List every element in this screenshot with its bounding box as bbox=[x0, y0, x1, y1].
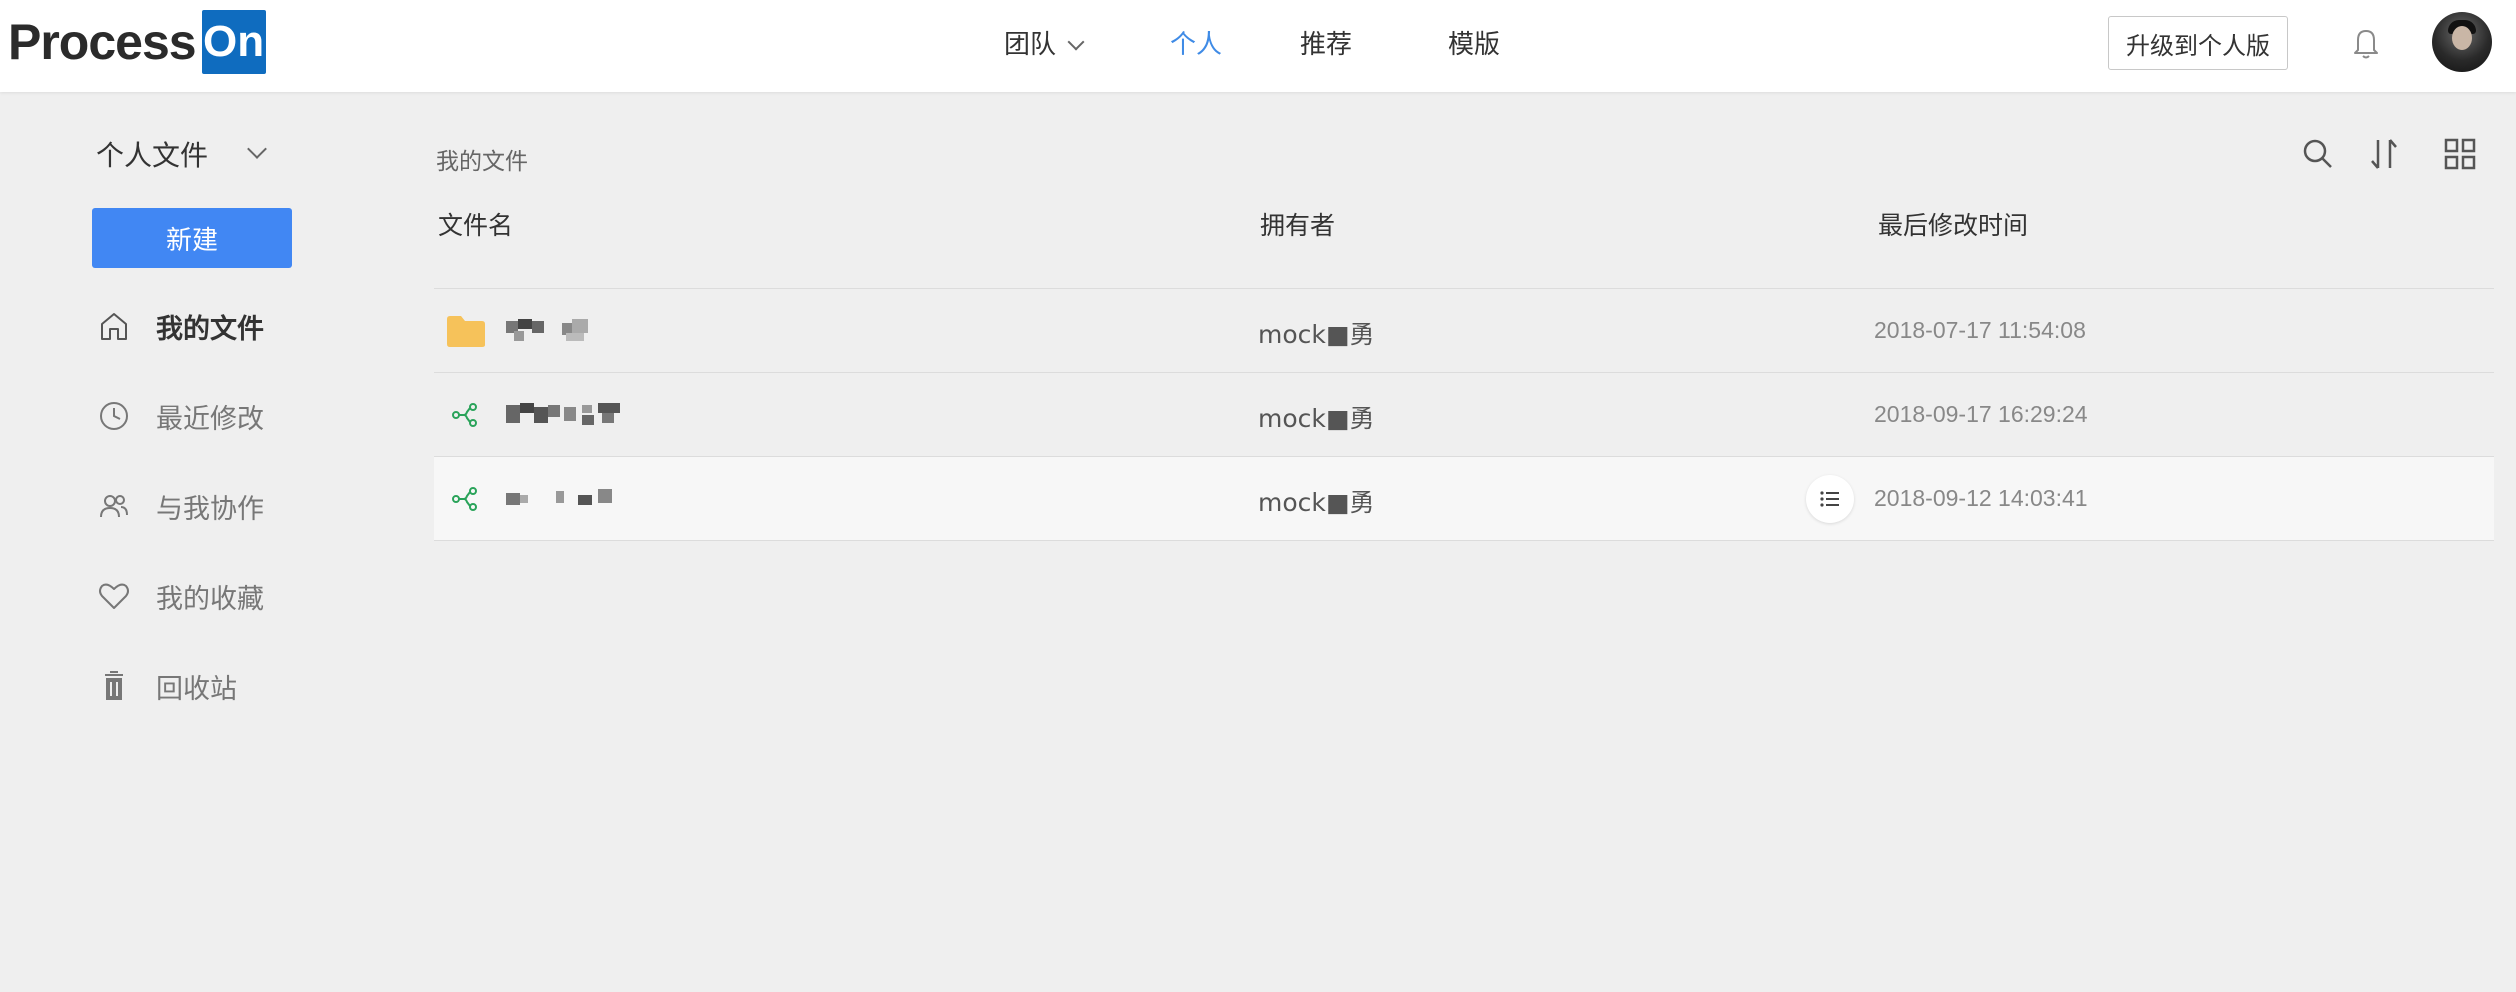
upgrade-button[interactable]: 升级到个人版 bbox=[2108, 16, 2288, 70]
chevron-down-icon bbox=[1067, 33, 1085, 51]
owner: mock■勇 bbox=[1258, 404, 1375, 433]
nav-templates[interactable]: 模版 bbox=[1448, 24, 1500, 61]
modified-time: 2018-09-17 16:29:24 bbox=[1874, 401, 2088, 427]
bell-icon[interactable] bbox=[2346, 22, 2386, 62]
nav-personal-label: 个人 bbox=[1170, 30, 1223, 60]
home-icon bbox=[96, 308, 132, 344]
personal-files-dropdown[interactable]: 个人文件 bbox=[96, 134, 267, 174]
search-icon[interactable] bbox=[2298, 134, 2338, 174]
avatar[interactable] bbox=[2432, 12, 2492, 72]
sidebar-item-label: 与我协作 bbox=[156, 493, 264, 525]
sidebar-item-recent[interactable]: 最近修改 bbox=[96, 396, 264, 436]
sidebar-item-my-files[interactable]: 我的文件 bbox=[96, 306, 264, 346]
nav-personal[interactable]: 个人 bbox=[1170, 24, 1222, 61]
file-name-redacted bbox=[506, 315, 656, 347]
breadcrumb: 我的文件 bbox=[436, 149, 528, 175]
owner: mock■勇 bbox=[1258, 320, 1375, 349]
section-label: 个人文件 bbox=[96, 139, 209, 172]
heart-icon bbox=[96, 578, 132, 614]
sidebar-item-label: 我的文件 bbox=[156, 313, 264, 345]
modified-time: 2018-09-12 14:03:41 bbox=[1874, 485, 2088, 511]
sort-icon[interactable] bbox=[2364, 134, 2404, 174]
logo-text: Process bbox=[8, 14, 197, 70]
logo[interactable]: Process On bbox=[8, 10, 266, 74]
sidebar-item-favorites[interactable]: 我的收藏 bbox=[96, 576, 264, 616]
chevron-down-icon bbox=[247, 139, 267, 159]
logo-badge: On bbox=[201, 10, 266, 74]
table-row[interactable]: mock■勇 2018-07-17 11:54:08 bbox=[434, 289, 2494, 373]
sidebar-item-label: 我的收藏 bbox=[156, 583, 264, 615]
list-icon bbox=[1820, 491, 1839, 507]
top-bar: Process On 团队 个人 推荐 模版 升级到个人版 bbox=[0, 0, 2516, 92]
nav-recommend[interactable]: 推荐 bbox=[1300, 24, 1352, 61]
mindmap-icon bbox=[452, 487, 477, 511]
trash-icon bbox=[96, 668, 132, 704]
file-name-redacted bbox=[506, 483, 656, 515]
nav-templates-label: 模版 bbox=[1448, 30, 1501, 60]
sidebar-item-trash[interactable]: 回收站 bbox=[96, 666, 237, 706]
nav-team-label: 团队 bbox=[1004, 30, 1057, 60]
sidebar-item-shared[interactable]: 与我协作 bbox=[96, 486, 264, 526]
sidebar-item-label: 回收站 bbox=[156, 673, 237, 705]
column-header-modified[interactable]: 最后修改时间 bbox=[1878, 206, 2028, 242]
file-name-redacted bbox=[506, 399, 656, 431]
table-row[interactable]: mock■勇 2018-09-17 16:29:24 bbox=[434, 373, 2494, 457]
row-menu-button[interactable] bbox=[1806, 475, 1854, 523]
column-header-owner[interactable]: 拥有者 bbox=[1260, 206, 1335, 242]
table-row[interactable]: mock■勇 2018-09-12 14:03:41 bbox=[434, 457, 2494, 541]
nav-team[interactable]: 团队 bbox=[1004, 24, 1085, 61]
column-header-filename[interactable]: 文件名 bbox=[438, 206, 513, 242]
new-button[interactable]: 新建 bbox=[92, 208, 292, 268]
mindmap-icon bbox=[452, 403, 477, 427]
owner: mock■勇 bbox=[1258, 488, 1375, 517]
nav-recommend-label: 推荐 bbox=[1300, 30, 1353, 60]
clock-icon bbox=[96, 398, 132, 434]
users-icon bbox=[96, 488, 132, 524]
folder-icon bbox=[447, 316, 485, 347]
modified-time: 2018-07-17 11:54:08 bbox=[1874, 317, 2086, 343]
grid-view-icon[interactable] bbox=[2440, 134, 2480, 174]
sidebar-item-label: 最近修改 bbox=[156, 403, 264, 435]
